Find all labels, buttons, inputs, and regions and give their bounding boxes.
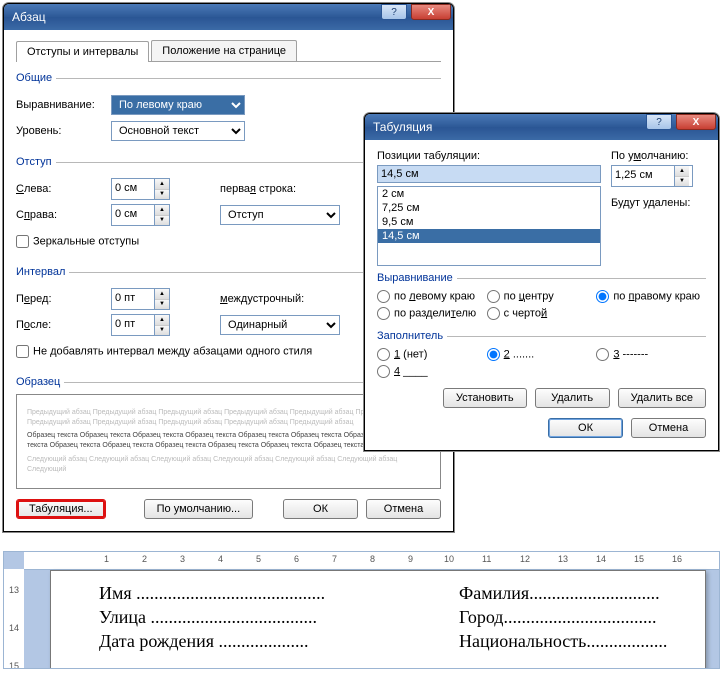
default-spinner[interactable]: ▲▼ [611,165,693,187]
label-level: Уровень: [16,125,111,137]
tabs-dialog: Табуляция ? X Позиции табуляции: 2 см 7,… [364,113,719,451]
tab-indents[interactable]: Отступы и интервалы [16,41,149,62]
mirror-checkbox[interactable] [16,235,29,248]
help-icon: ? [656,117,662,128]
position-input[interactable] [377,165,601,183]
legend-indent: Отступ [16,156,56,168]
horizontal-ruler: 12345678910111213141516 [24,552,719,570]
label-right: Справа: [16,209,111,221]
legend-spacing: Интервал [16,266,69,278]
down-icon[interactable]: ▼ [155,325,169,336]
group-alignment: Выравнивание по левому краю по центру по… [377,272,706,320]
set-button[interactable]: Установить [443,388,527,408]
up-icon[interactable]: ▲ [155,289,169,299]
align-center-radio[interactable]: по центру [487,290,597,303]
clear-all-button[interactable]: Удалить все [618,388,706,408]
cancel-button[interactable]: Отмена [366,499,441,519]
title-paragraph: Абзац [12,10,379,24]
firstline-dropdown[interactable]: Отступ [220,205,340,225]
before-input[interactable] [112,289,154,307]
down-icon[interactable]: ▼ [155,189,169,200]
align-decimal-radio[interactable]: по разделителю [377,307,487,320]
vertical-ruler: 13 14 15 [4,569,25,668]
label-positions: Позиции табуляции: [377,150,601,162]
leader-dashes-radio[interactable]: 3 ------- [596,348,706,361]
text-city: Город.................................. [459,607,656,628]
ok-button[interactable]: ОК [548,418,623,438]
text-street: Улица ..................................… [99,607,317,628]
label-firstline: первая строка: [220,183,340,195]
up-icon[interactable]: ▲ [155,205,169,215]
label-line: междустрочный: [220,293,340,305]
default-input[interactable] [612,166,674,184]
sample-next: Следующий абзац Следующий абзац Следующи… [27,455,430,475]
align-right-radio[interactable]: по правому краю [596,290,706,303]
label-alignment: Выравнивание: [16,99,111,111]
positions-listbox[interactable]: 2 см 7,25 см 9,5 см 14,5 см [377,186,601,266]
close-icon: X [693,117,700,128]
legend-leader: Заполнитель [377,330,447,342]
clear-button[interactable]: Удалить [535,388,610,408]
ok-button[interactable]: ОК [283,499,358,519]
after-input[interactable] [112,315,154,333]
close-button[interactable]: X [411,4,451,20]
samestyle-checkbox-label[interactable]: Не добавлять интервал между абзацами одн… [16,345,312,358]
text-name: Имя ....................................… [99,583,325,604]
text-nationality: Национальность.................. [459,631,667,652]
label-default: По умолчанию: [611,150,706,162]
close-button[interactable]: X [676,114,716,130]
line-dropdown[interactable]: Одинарный [220,315,340,335]
leader-under-radio[interactable]: 4 ____ [377,365,487,378]
left-spinner[interactable]: ▲▼ [111,178,170,200]
leader-dots-radio[interactable]: 2 ....... [487,348,597,361]
label-before: Перед: [16,293,111,305]
list-item[interactable]: 14,5 см [378,229,600,243]
samestyle-checkbox[interactable] [16,345,29,358]
titlebar-paragraph[interactable]: Абзац ? X [4,4,453,30]
alignment-dropdown[interactable]: По левому краю [111,95,245,115]
after-spinner[interactable]: ▲▼ [111,314,170,336]
page[interactable]: Имя ....................................… [50,570,706,669]
left-input[interactable] [112,179,154,197]
down-icon[interactable]: ▼ [155,215,169,226]
mirror-checkbox-label[interactable]: Зеркальные отступы [16,235,139,248]
leader-none-radio[interactable]: 1 (нет) [377,348,487,361]
legend-sample: Образец [16,376,64,388]
tabs-button[interactable]: Табуляция... [16,499,106,519]
right-spinner[interactable]: ▲▼ [111,204,170,226]
level-dropdown[interactable]: Основной текст [111,121,245,141]
up-icon[interactable]: ▲ [155,315,169,325]
help-button[interactable]: ? [381,4,407,20]
help-button[interactable]: ? [646,114,672,130]
before-spinner[interactable]: ▲▼ [111,288,170,310]
label-left: Слева: [16,183,111,195]
right-input[interactable] [112,205,154,223]
up-icon[interactable]: ▲ [155,179,169,189]
document-area: 13 14 15 12345678910111213141516 Имя ...… [3,551,720,669]
list-item[interactable]: 2 см [378,187,600,201]
close-icon: X [428,7,435,18]
tab-position[interactable]: Положение на странице [151,40,297,61]
cancel-button[interactable]: Отмена [631,418,706,438]
label-willdelete: Будут удалены: [611,197,706,209]
list-item[interactable]: 7,25 см [378,201,600,215]
group-leader: Заполнитель 1 (нет) 2 ....... 3 ------- … [377,330,706,378]
list-item[interactable]: 9,5 см [378,215,600,229]
label-after: После: [16,319,111,331]
titlebar-tabs[interactable]: Табуляция ? X [365,114,718,140]
legend-alignment: Выравнивание [377,272,457,284]
legend-general: Общие [16,72,56,84]
help-icon: ? [391,7,397,18]
down-icon[interactable]: ▼ [155,299,169,310]
defaults-button[interactable]: По умолчанию... [144,499,254,519]
title-tabs: Табуляция [373,120,644,134]
text-dob: Дата рождения .................... [99,631,309,652]
align-bar-radio[interactable]: с чертой [487,307,597,320]
tabs: Отступы и интервалы Положение на страниц… [16,40,441,62]
align-left-radio[interactable]: по левому краю [377,290,487,303]
up-icon[interactable]: ▲ [675,166,689,176]
down-icon[interactable]: ▼ [675,176,689,187]
text-surname: Фамилия............................. [459,583,660,604]
